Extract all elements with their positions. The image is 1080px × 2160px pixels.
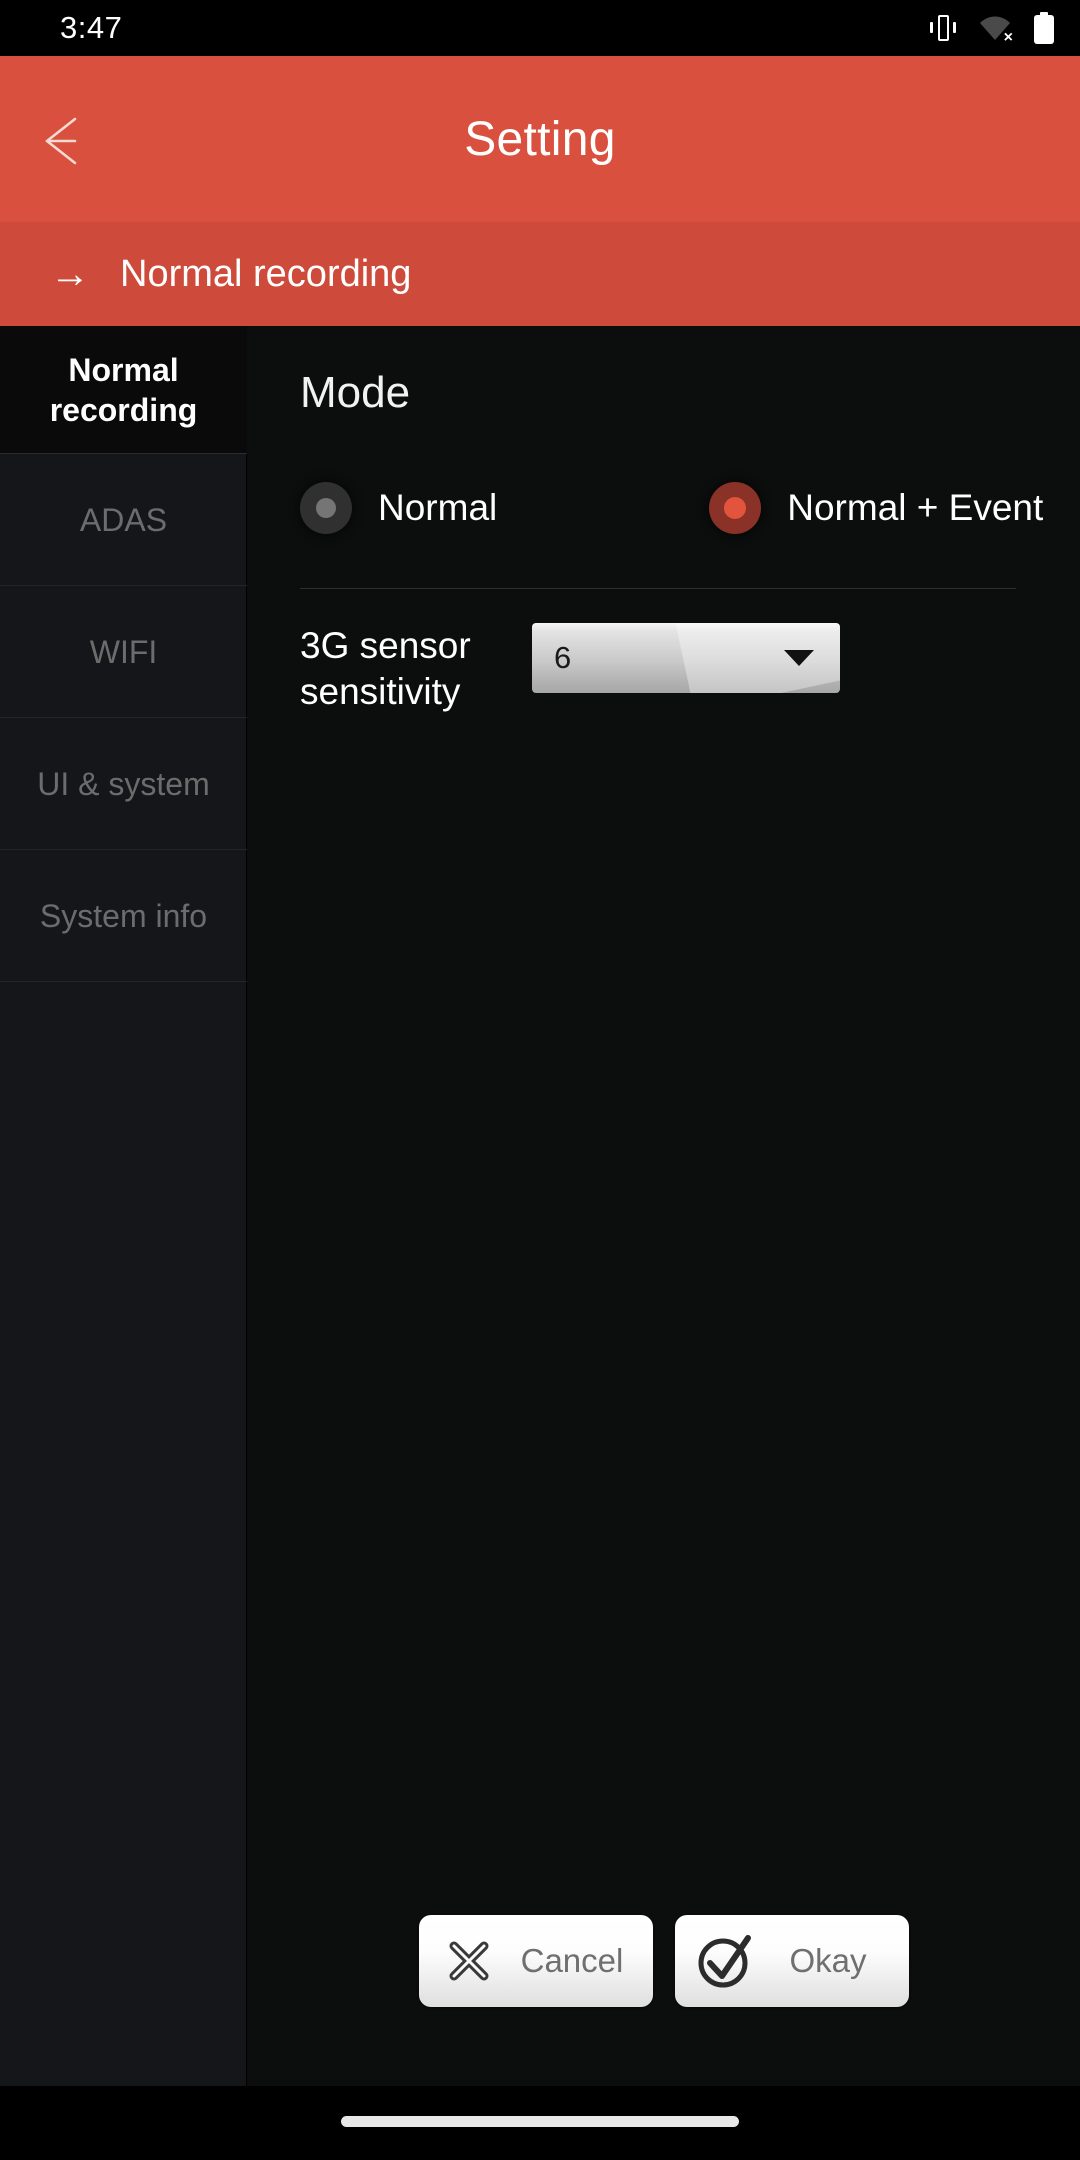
back-arrow-icon bbox=[45, 117, 77, 165]
okay-button-label: Okay bbox=[789, 1942, 867, 1979]
chevron-down-icon bbox=[784, 650, 814, 666]
sidebar-item-ui-system[interactable]: UI & system bbox=[0, 718, 247, 850]
radio-dot-icon bbox=[300, 482, 352, 534]
radio-option-normal[interactable]: Normal bbox=[300, 482, 497, 534]
wifi-off-icon: × bbox=[978, 13, 1013, 46]
cancel-button[interactable]: Cancel bbox=[419, 1915, 653, 2007]
vibrate-icon bbox=[930, 13, 956, 43]
breadcrumb[interactable]: → Normal recording bbox=[0, 222, 1080, 326]
close-x-icon bbox=[429, 1931, 509, 1991]
main-panel: Mode Normal Normal + Event 3G sensor sen… bbox=[248, 326, 1080, 2086]
battery-icon bbox=[1034, 12, 1054, 44]
section-title-mode: Mode bbox=[300, 368, 411, 417]
cancel-button-label: Cancel bbox=[520, 1942, 624, 1979]
mode-radio-group: Normal Normal + Event bbox=[300, 482, 1043, 534]
status-bar: 3:47 × bbox=[0, 0, 1080, 56]
home-gesture-bar[interactable] bbox=[341, 2116, 739, 2127]
back-button[interactable] bbox=[32, 106, 116, 176]
sensitivity-label-line1: 3G sensor bbox=[300, 625, 471, 666]
status-clock: 3:47 bbox=[60, 10, 123, 45]
sidebar-item-label: WIFI bbox=[89, 633, 158, 670]
sensitivity-dropdown-wrap: 6 bbox=[532, 623, 840, 693]
okay-button[interactable]: Okay bbox=[675, 1915, 909, 2007]
breadcrumb-arrow-icon: → bbox=[50, 252, 90, 296]
check-circle-icon bbox=[685, 1930, 765, 1992]
radio-label: Normal + Event bbox=[787, 487, 1044, 528]
page-title: Setting bbox=[464, 112, 616, 166]
sensitivity-label: 3G sensor sensitivity bbox=[300, 623, 510, 716]
sidebar-item-system-info[interactable]: System info bbox=[0, 850, 247, 982]
sidebar-item-normal-recording[interactable]: Normal recording bbox=[0, 326, 247, 454]
sidebar-item-label: Normal recording bbox=[49, 351, 198, 428]
sensitivity-label-line2: sensitivity bbox=[300, 671, 461, 713]
app-bar: Setting bbox=[0, 56, 1080, 222]
breadcrumb-label: Normal recording bbox=[120, 252, 412, 295]
navigation-bar bbox=[0, 2086, 1080, 2160]
sidebar: Normal recording ADAS WIFI UI & system S… bbox=[0, 326, 247, 2086]
section-divider bbox=[300, 588, 1016, 589]
sidebar-item-wifi[interactable]: WIFI bbox=[0, 586, 247, 718]
phone-screen: 3:47 × Setting → Normal recording Normal… bbox=[0, 0, 1080, 2160]
sidebar-item-label: UI & system bbox=[37, 765, 210, 802]
sidebar-item-adas[interactable]: ADAS bbox=[0, 454, 247, 586]
radio-label: Normal bbox=[378, 487, 498, 528]
content-area: Normal recording ADAS WIFI UI & system S… bbox=[0, 326, 1080, 2086]
sensitivity-dropdown[interactable]: 6 bbox=[532, 623, 840, 693]
radio-option-normal-plus-event[interactable]: Normal + Event bbox=[709, 482, 1043, 534]
sensitivity-row: 3G sensor sensitivity 6 bbox=[300, 623, 1020, 716]
sensitivity-value: 6 bbox=[554, 640, 572, 675]
sidebar-item-label: ADAS bbox=[79, 501, 168, 538]
sidebar-item-label: System info bbox=[39, 897, 208, 934]
dialog-actions: Cancel Okay bbox=[248, 1886, 1080, 2036]
radio-dot-selected-icon bbox=[709, 482, 762, 534]
status-icons: × bbox=[930, 12, 1054, 46]
